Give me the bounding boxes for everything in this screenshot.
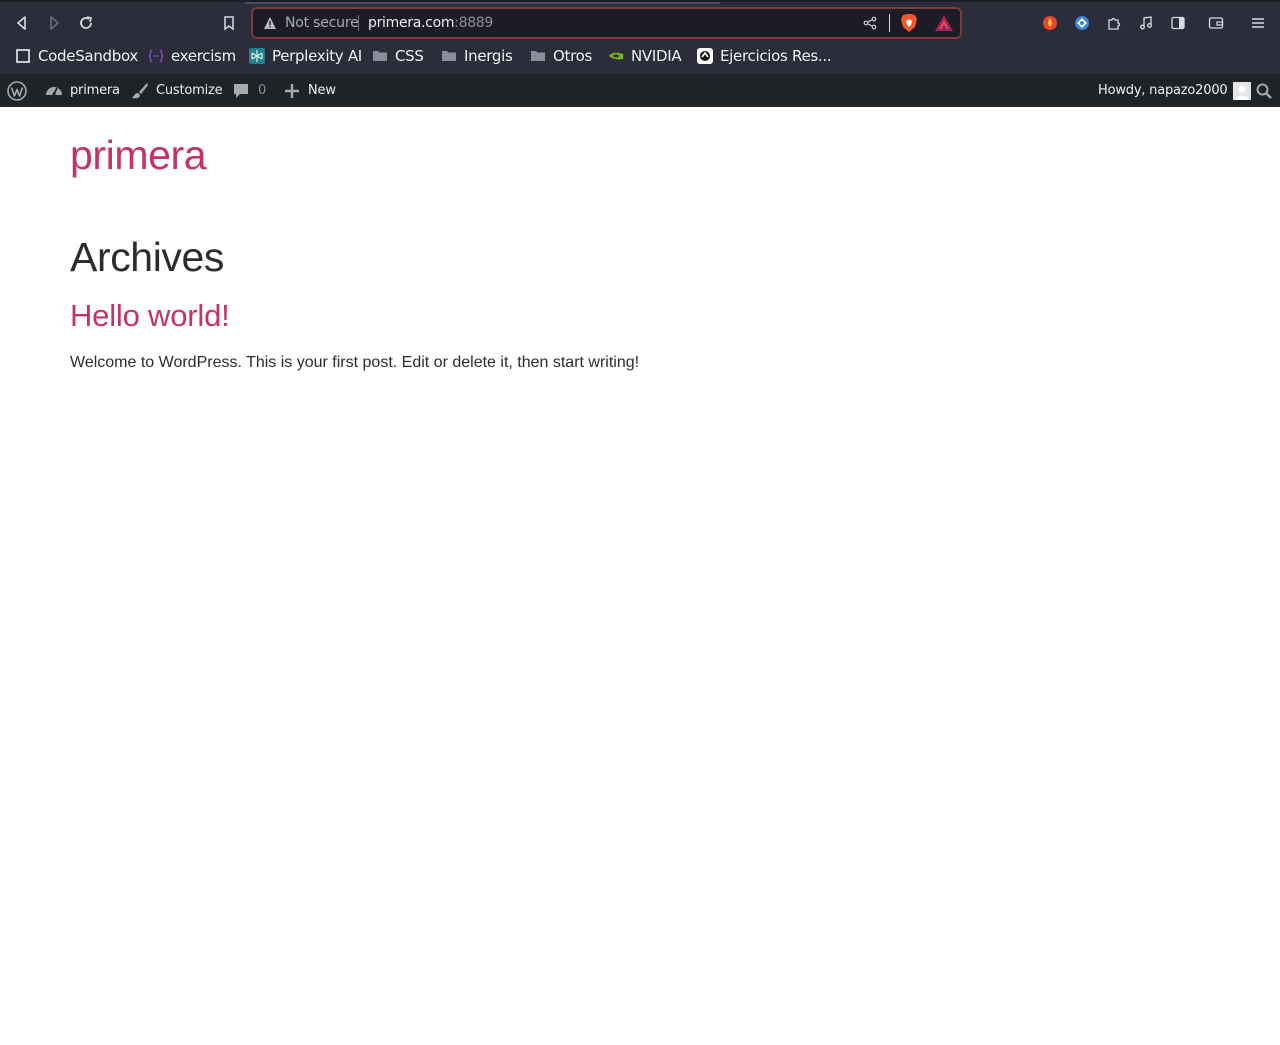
greeting-label: Howdy, napazo2000 xyxy=(1098,83,1228,98)
nvidia-icon xyxy=(609,52,623,60)
comment-bubble-icon xyxy=(234,83,248,98)
bookmark-perplexity[interactable]: Perplexity AI xyxy=(249,42,362,70)
new-label: New xyxy=(308,83,336,98)
paintbrush-icon xyxy=(132,82,148,98)
bookmark-label: Otros xyxy=(553,47,593,65)
reload-button[interactable] xyxy=(73,10,99,36)
bookmark-page-button[interactable] xyxy=(216,10,242,36)
reload-icon xyxy=(80,16,92,29)
forward-button[interactable] xyxy=(41,10,67,36)
site-title-link[interactable]: primera xyxy=(70,131,207,179)
comments-count: 0 xyxy=(258,83,267,98)
wp-logo-menu[interactable] xyxy=(7,74,27,107)
bookmark-label: NVIDIA xyxy=(631,47,682,65)
address-bar[interactable]: Not secure primera.com:8889 xyxy=(251,7,962,39)
brave-shields-icon[interactable] xyxy=(900,13,918,33)
back-icon xyxy=(17,16,26,30)
dashboard-gauge-icon xyxy=(46,86,62,96)
wordpress-logo-icon xyxy=(7,80,27,101)
bookmark-nvidia[interactable]: NVIDIA xyxy=(608,42,682,70)
url-divider-2 xyxy=(889,14,890,32)
bookmarks-bar: CodeSandbox exercism Perplexity AI CSS I… xyxy=(0,42,1280,74)
archive-heading: Archives xyxy=(70,234,225,280)
folder-icon xyxy=(442,51,456,61)
search-button[interactable] xyxy=(1255,74,1273,107)
browser-toolbar: Not secure primera.com:8889 xyxy=(0,0,1280,42)
bookmark-folder-inergis[interactable]: Inergis xyxy=(441,42,513,70)
bookmark-label: Ejercicios Res... xyxy=(720,47,832,65)
url-host: primera.com xyxy=(368,15,455,31)
exercism-icon xyxy=(148,49,164,63)
bookmark-codesandbox[interactable]: CodeSandbox xyxy=(15,42,138,70)
comments-menu[interactable]: 0 xyxy=(232,74,266,107)
site-name-label: primera xyxy=(70,83,120,98)
post-title-link[interactable]: Hello world! xyxy=(70,297,230,335)
bookmark-folder-css[interactable]: CSS xyxy=(372,42,424,70)
share-icon[interactable] xyxy=(863,16,877,30)
bookmark-ejercicios[interactable]: Ejercicios Res... xyxy=(697,42,832,70)
bookmark-icon xyxy=(224,16,234,31)
codesandbox-icon xyxy=(16,49,30,63)
customize-menu[interactable]: Customize xyxy=(130,74,223,107)
extension-blue-icon[interactable] xyxy=(1074,15,1090,31)
folder-icon xyxy=(531,51,545,61)
forward-icon xyxy=(50,16,59,30)
search-icon xyxy=(1256,83,1272,99)
site-icon xyxy=(697,48,713,64)
folder-icon xyxy=(373,51,387,61)
wp-admin-bar: primera Customize 0 New Howdy, napazo200… xyxy=(0,74,1280,107)
url-port: :8889 xyxy=(454,15,494,31)
extensions-puzzle-icon[interactable] xyxy=(1106,15,1122,31)
bookmark-label: CSS xyxy=(395,47,424,65)
media-music-icon[interactable] xyxy=(1138,15,1154,31)
url-divider xyxy=(358,15,359,31)
extension-fire-icon[interactable] xyxy=(1042,15,1058,31)
site-name-menu[interactable]: primera xyxy=(44,74,120,107)
plus-icon xyxy=(285,83,299,98)
my-account-menu[interactable]: Howdy, napazo2000 xyxy=(1098,74,1252,107)
perplexity-icon xyxy=(249,48,265,64)
warning-icon[interactable] xyxy=(263,16,277,30)
bookmark-label: Inergis xyxy=(464,47,513,65)
brave-rewards-icon[interactable] xyxy=(934,14,954,32)
wallet-icon[interactable] xyxy=(1208,15,1224,31)
url-text[interactable]: primera.com:8889 xyxy=(368,15,493,31)
customize-label: Customize xyxy=(156,83,223,98)
avatar xyxy=(1233,81,1252,100)
bookmark-label: Perplexity AI xyxy=(272,47,362,65)
menu-icon[interactable] xyxy=(1250,15,1266,31)
sidebar-toggle-icon[interactable] xyxy=(1170,15,1186,31)
user-avatar-icon xyxy=(1233,81,1252,100)
tab-strip xyxy=(245,2,720,4)
post-excerpt: Welcome to WordPress. This is your first… xyxy=(70,354,640,371)
bookmark-folder-otros[interactable]: Otros xyxy=(530,42,592,70)
bookmark-exercism[interactable]: exercism xyxy=(148,42,236,70)
security-label[interactable]: Not secure xyxy=(285,15,359,31)
bookmark-label: exercism xyxy=(171,47,236,65)
bookmark-label: CodeSandbox xyxy=(38,47,138,65)
new-content-menu[interactable]: New xyxy=(282,74,336,107)
back-button[interactable] xyxy=(9,10,35,36)
